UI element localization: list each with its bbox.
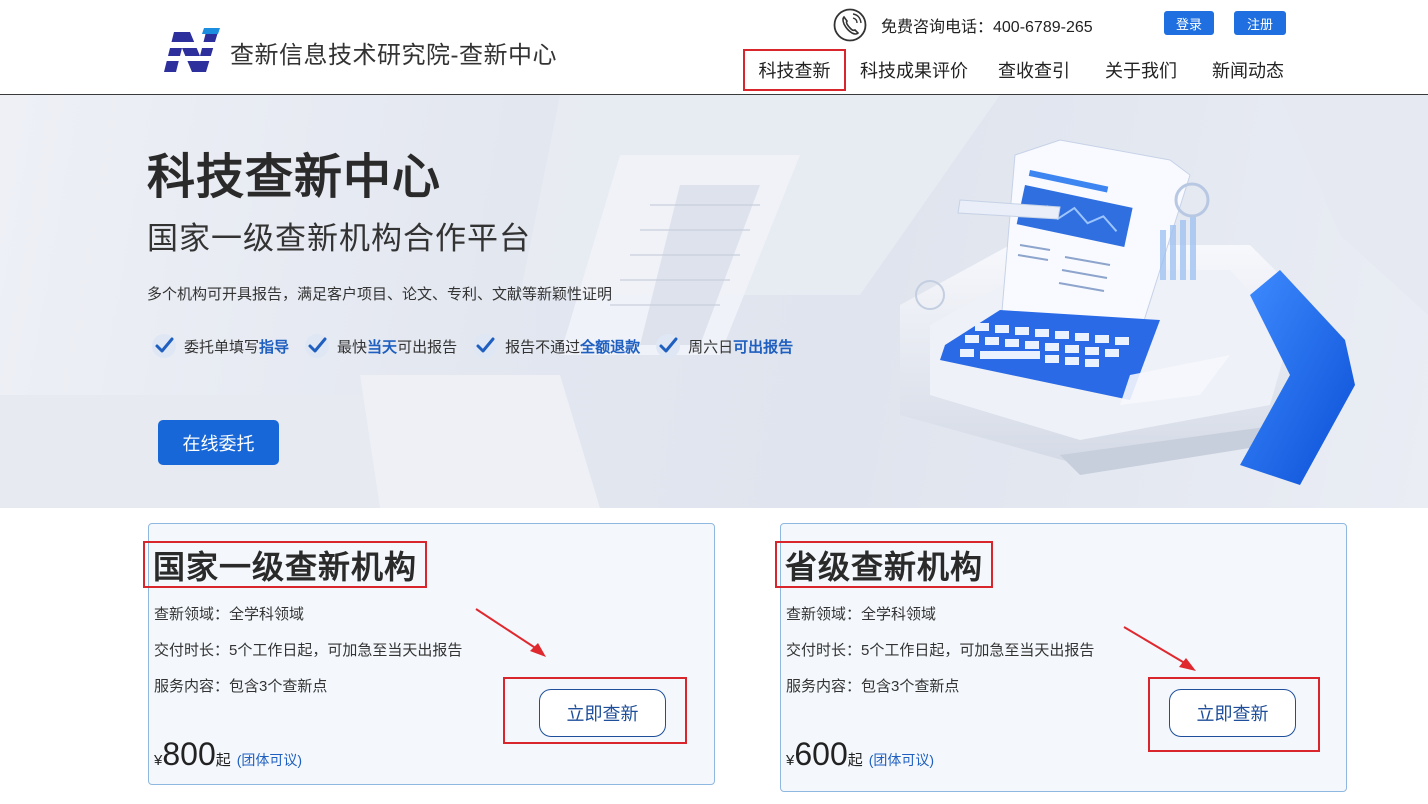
feature-emphasis: 当天 bbox=[367, 338, 398, 356]
price-currency: ¥ bbox=[786, 752, 795, 769]
phone-contact: 免费咨询电话：400-6789-265 bbox=[833, 8, 1093, 42]
check-icon bbox=[152, 334, 176, 358]
card-price: ¥ 600 起 (团体可议) bbox=[786, 736, 934, 773]
feature-suffix: 可出报告 bbox=[397, 338, 458, 356]
check-now-button[interactable]: 立即查新 bbox=[1169, 689, 1296, 737]
nav-item-tech-novelty[interactable]: 科技查新 bbox=[743, 49, 846, 91]
card-field: 查新领域：全学科领域 bbox=[154, 606, 305, 623]
national-agency-card: 国家一级查新机构 查新领域：全学科领域 交付时长：5个工作日起，可加急至当天出报… bbox=[143, 523, 715, 785]
button-highlight: 立即查新 bbox=[503, 677, 687, 744]
feature-item: 周六日 可出报告 bbox=[654, 332, 793, 360]
card-delivery: 交付时长：5个工作日起，可加急至当天出报告 bbox=[786, 642, 1095, 659]
card-content: 服务内容：包含3个查新点 bbox=[154, 678, 328, 695]
feature-text: 周六日 bbox=[688, 338, 734, 356]
online-commission-button[interactable]: 在线委托 bbox=[158, 420, 279, 465]
feature-text: 报告不通过 bbox=[505, 338, 581, 356]
price-value: 800 bbox=[162, 736, 216, 772]
feature-emphasis: 全额退款 bbox=[580, 338, 641, 356]
price-value: 600 bbox=[794, 736, 848, 772]
arrow-icon bbox=[1123, 626, 1196, 671]
feature-emphasis: 指导 bbox=[259, 338, 290, 356]
feature-item: 报告不通过 全额退款 bbox=[471, 332, 640, 360]
phone-number: 免费咨询电话：400-6789-265 bbox=[881, 19, 1093, 36]
nav-item-achievement-evaluation[interactable]: 科技成果评价 bbox=[857, 49, 971, 91]
feature-text: 委托单填写 bbox=[184, 338, 260, 356]
button-highlight: 立即查新 bbox=[1148, 677, 1320, 752]
site-header: 查新信息技术研究院-查新中心 免费咨询电话：400-6789-265 登录 注册… bbox=[0, 0, 1428, 95]
hero-title: 科技查新中心 bbox=[147, 151, 442, 204]
card-title-highlight: 国家一级查新机构 bbox=[143, 541, 428, 588]
card-delivery: 交付时长：5个工作日起，可加急至当天出报告 bbox=[154, 642, 463, 659]
hero-subtitle: 国家一级查新机构合作平台 bbox=[147, 221, 531, 256]
main-nav: 科技查新 科技成果评价 查收查引 关于我们 新闻动态 bbox=[0, 49, 1428, 93]
check-now-button[interactable]: 立即查新 bbox=[539, 689, 666, 737]
phone-icon bbox=[833, 8, 867, 42]
card-title: 省级查新机构 bbox=[785, 548, 984, 585]
price-unit: 起 bbox=[215, 752, 231, 769]
nav-item-about-us[interactable]: 关于我们 bbox=[1101, 49, 1181, 91]
card-content: 服务内容：包含3个查新点 bbox=[786, 678, 960, 695]
feature-item: 委托单填写 指导 bbox=[150, 332, 289, 360]
login-button[interactable]: 登录 bbox=[1164, 11, 1214, 35]
feature-text: 最快 bbox=[337, 338, 368, 356]
price-note[interactable]: (团体可议) bbox=[869, 750, 934, 770]
price-unit: 起 bbox=[847, 752, 863, 769]
feature-emphasis: 可出报告 bbox=[733, 338, 794, 356]
card-title-highlight: 省级查新机构 bbox=[775, 541, 994, 588]
arrow-icon bbox=[475, 608, 546, 657]
feature-list: 委托单填写 指导 最快 当天 可出报告 报告不通过 全额退款 周六日 可出报告 bbox=[150, 332, 807, 360]
check-icon bbox=[305, 334, 330, 358]
provincial-agency-card: 省级查新机构 查新领域：全学科领域 交付时长：5个工作日起，可加急至当天出报告 … bbox=[775, 523, 1347, 792]
card-price: ¥ 800 起 (团体可议) bbox=[154, 736, 302, 773]
check-icon bbox=[656, 334, 681, 358]
card-title: 国家一级查新机构 bbox=[153, 548, 418, 585]
price-currency: ¥ bbox=[154, 752, 163, 769]
hero-description: 多个机构可开具报告，满足客户项目、论文、专利、文献等新颖性证明 bbox=[147, 286, 613, 303]
hero-banner: 科技查新中心 国家一级查新机构合作平台 多个机构可开具报告，满足客户项目、论文、… bbox=[0, 95, 1428, 508]
register-button[interactable]: 注册 bbox=[1234, 11, 1286, 35]
price-note[interactable]: (团体可议) bbox=[237, 750, 302, 770]
nav-item-news[interactable]: 新闻动态 bbox=[1208, 49, 1288, 91]
feature-item: 最快 当天 可出报告 bbox=[303, 332, 457, 360]
check-icon bbox=[473, 334, 498, 358]
nav-item-citation-search[interactable]: 查收查引 bbox=[994, 49, 1074, 91]
card-field: 查新领域：全学科领域 bbox=[786, 606, 937, 623]
